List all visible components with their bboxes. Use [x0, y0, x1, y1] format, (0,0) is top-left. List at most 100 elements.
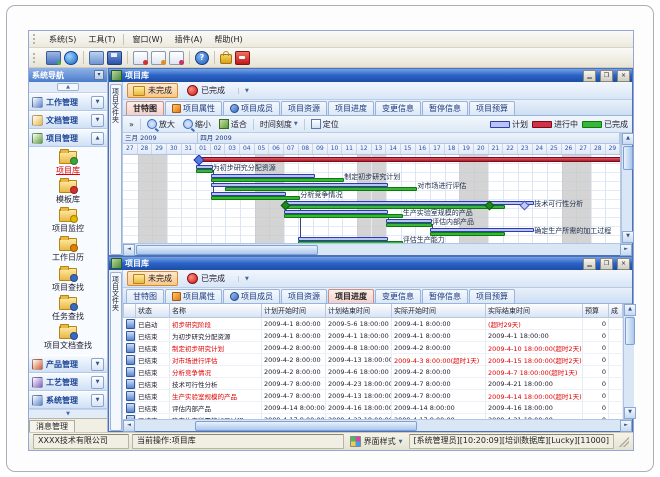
tab-项目资源[interactable]: 项目资源	[281, 101, 327, 115]
table-row[interactable]: 已结束技术可行性分析2009-4-7 8:00:002009-4-23 18:0…	[124, 378, 623, 390]
more-button[interactable]: »	[127, 120, 136, 129]
scroll-up-arrow[interactable]: ▲	[622, 133, 634, 145]
tab-变更信息[interactable]: 变更信息	[375, 101, 421, 115]
menu-item[interactable]: 工具(T)	[82, 33, 121, 46]
actual-bar[interactable]	[284, 214, 403, 218]
sidebar-group-工艺管理[interactable]: 工艺管理▼	[29, 373, 107, 391]
sidebar-group-产品管理[interactable]: 产品管理▼	[29, 355, 107, 373]
sidebar-scroll-more[interactable]: ▼	[29, 409, 107, 418]
table-row[interactable]: 已结束对市场进行评估2009-4-2 8:00:002009-4-13 18:0…	[124, 354, 623, 366]
scroll-down-arrow[interactable]: ▼	[622, 231, 634, 243]
chevron-icon[interactable]: ▲	[91, 132, 104, 145]
sidebar-group-文档管理[interactable]: 文档管理▼	[29, 111, 107, 129]
sidebar-item-项目查找[interactable]: 项目查找	[52, 268, 84, 293]
column-header-计划开始时间[interactable]: 计划开始时间	[262, 304, 326, 318]
minimize-button[interactable]: ▁	[583, 258, 596, 270]
ui-style-button[interactable]: 界面样式 ▼	[347, 436, 406, 447]
zoom-in-button[interactable]: 放大	[145, 119, 177, 130]
tab-项目预算[interactable]: 项目预算	[469, 101, 515, 115]
child-titlebar-bottom[interactable]: 项目库 ▁ ❐ ×	[109, 257, 632, 270]
table-row[interactable]: 已结束为初步研究分配资源2009-4-1 8:00:002009-4-1 18:…	[124, 330, 623, 342]
chevron-icon[interactable]: ▼	[91, 394, 104, 407]
actual-bar[interactable]	[211, 178, 345, 182]
filter-未完成[interactable]: 未完成	[127, 83, 178, 98]
lock-icon[interactable]	[220, 54, 232, 64]
sidebar-group-系统管理[interactable]: 系统管理▼	[29, 391, 107, 409]
sidebar-item-工作日历[interactable]: 工作日历	[52, 238, 84, 263]
filter-已完成[interactable]: 已完成	[182, 272, 230, 285]
sidebar-group-工作管理[interactable]: 工作管理▼	[29, 93, 107, 111]
maximize-button[interactable]: ❐	[600, 70, 613, 82]
menu-item[interactable]: 系统(S)	[43, 33, 82, 46]
column-header-icon[interactable]	[124, 304, 136, 318]
pin-icon[interactable]: ▾	[94, 70, 104, 80]
message-management-tab[interactable]: 消息管理	[29, 418, 107, 432]
scroll-thumb[interactable]	[625, 317, 635, 345]
tab-暂停信息[interactable]: 暂停信息	[422, 101, 468, 115]
tab-项目进度[interactable]: 项目进度	[328, 101, 374, 115]
column-header-名称[interactable]: 名称	[170, 304, 262, 318]
child-titlebar-top[interactable]: 项目库 ▁ ❐ ×	[109, 69, 632, 82]
resize-grip[interactable]	[619, 437, 629, 447]
sidebar-group-项目管理[interactable]: 项目管理▲	[29, 129, 107, 147]
actual-bar[interactable]	[211, 196, 301, 200]
sidebar-item-项目监控[interactable]: 项目监控	[52, 209, 84, 234]
column-header-实际结束时间[interactable]: 实际结束时间	[486, 304, 583, 318]
table-hscrollbar[interactable]: ◄ ►	[123, 419, 632, 431]
scroll-thumb[interactable]	[623, 146, 633, 170]
filter-未完成[interactable]: 未完成	[127, 271, 178, 286]
tab-项目进度[interactable]: 项目进度	[328, 289, 374, 303]
globe-icon[interactable]	[64, 51, 78, 65]
scroll-thumb[interactable]	[136, 245, 318, 255]
chevron-icon[interactable]: ▼	[91, 358, 104, 371]
gantt-vscrollbar[interactable]: ▲ ▼	[621, 133, 632, 243]
sidebar-item-任务查找[interactable]: 任务查找	[52, 297, 84, 322]
tab-项目成员[interactable]: 项目成员	[223, 101, 280, 115]
report-red-icon[interactable]	[133, 51, 148, 65]
filter-dropdown[interactable]: ▼	[238, 88, 249, 94]
toolbar-grip[interactable]	[33, 53, 39, 63]
actual-bar[interactable]	[196, 169, 213, 173]
folder-open-icon[interactable]	[89, 51, 104, 65]
column-header-状态[interactable]: 状态	[136, 304, 170, 318]
table-row[interactable]: 已结束制定初步研究计划2009-4-2 8:00:002009-4-8 18:0…	[124, 342, 623, 354]
column-header-成[interactable]: 成	[609, 304, 623, 318]
chevron-icon[interactable]: ▼	[91, 376, 104, 389]
side-tab-project-folder-top[interactable]: 项目文件夹	[109, 82, 123, 255]
tab-项目属性[interactable]: 项目属性	[165, 101, 222, 115]
chevron-icon[interactable]: ▼	[91, 114, 104, 127]
help-icon[interactable]: ?	[195, 51, 209, 65]
tab-变更信息[interactable]: 变更信息	[375, 289, 421, 303]
timescale-button[interactable]: 时间刻度▼	[258, 119, 300, 130]
tab-项目资源[interactable]: 项目资源	[281, 289, 327, 303]
minimize-button[interactable]: ▁	[583, 70, 596, 82]
column-header-计划结束时间[interactable]: 计划结束时间	[326, 304, 392, 318]
report-pink-icon[interactable]	[169, 51, 184, 65]
report-orange-icon[interactable]	[151, 51, 166, 65]
fit-button[interactable]: 适合	[217, 119, 249, 130]
menu-item[interactable]: 窗口(W)	[126, 33, 168, 46]
chevron-icon[interactable]: ▼	[91, 96, 104, 109]
side-tab-project-folder-bottom[interactable]: 项目文件夹	[109, 270, 123, 431]
tab-甘特图[interactable]: 甘特图	[126, 289, 164, 303]
scroll-down-arrow[interactable]: ▼	[624, 407, 636, 419]
summary-bar[interactable]	[196, 157, 620, 162]
tab-暂停信息[interactable]: 暂停信息	[422, 289, 468, 303]
menu-item[interactable]: 插件(A)	[169, 33, 209, 46]
tab-项目属性[interactable]: 项目属性	[165, 289, 222, 303]
filter-dropdown[interactable]: ▼	[238, 276, 249, 282]
sidebar-collapse[interactable]: ▲	[29, 82, 107, 93]
actual-bar[interactable]	[386, 223, 432, 227]
table-row[interactable]: 已启动初步研究阶段2009-4-1 8:00:002009-5-6 18:00:…	[124, 318, 623, 330]
sidebar-item-模板库[interactable]: 模板库	[56, 180, 80, 205]
table-row[interactable]: 已结束评估内部产品2009-4-14 8:00:002009-4-16 18:0…	[124, 402, 623, 414]
locate-button[interactable]: 定位	[309, 119, 341, 130]
gantt-hscrollbar[interactable]: ◄ ►	[123, 243, 632, 255]
zoom-out-button[interactable]: 缩小	[181, 119, 213, 130]
column-header-实际开始时间[interactable]: 实际开始时间	[392, 304, 486, 318]
network-icon[interactable]	[46, 51, 61, 65]
sidebar-item-项目文档查找[interactable]: 项目文档查找	[44, 326, 92, 351]
gantt-body[interactable]: 为初步研究分配资源制定初步研究计划对市场进行评估分析竞争情况技术可行性分析生产实…	[123, 155, 620, 243]
tab-甘特图[interactable]: 甘特图	[126, 101, 164, 115]
sidebar-item-项目库[interactable]: 项目库	[56, 151, 80, 176]
